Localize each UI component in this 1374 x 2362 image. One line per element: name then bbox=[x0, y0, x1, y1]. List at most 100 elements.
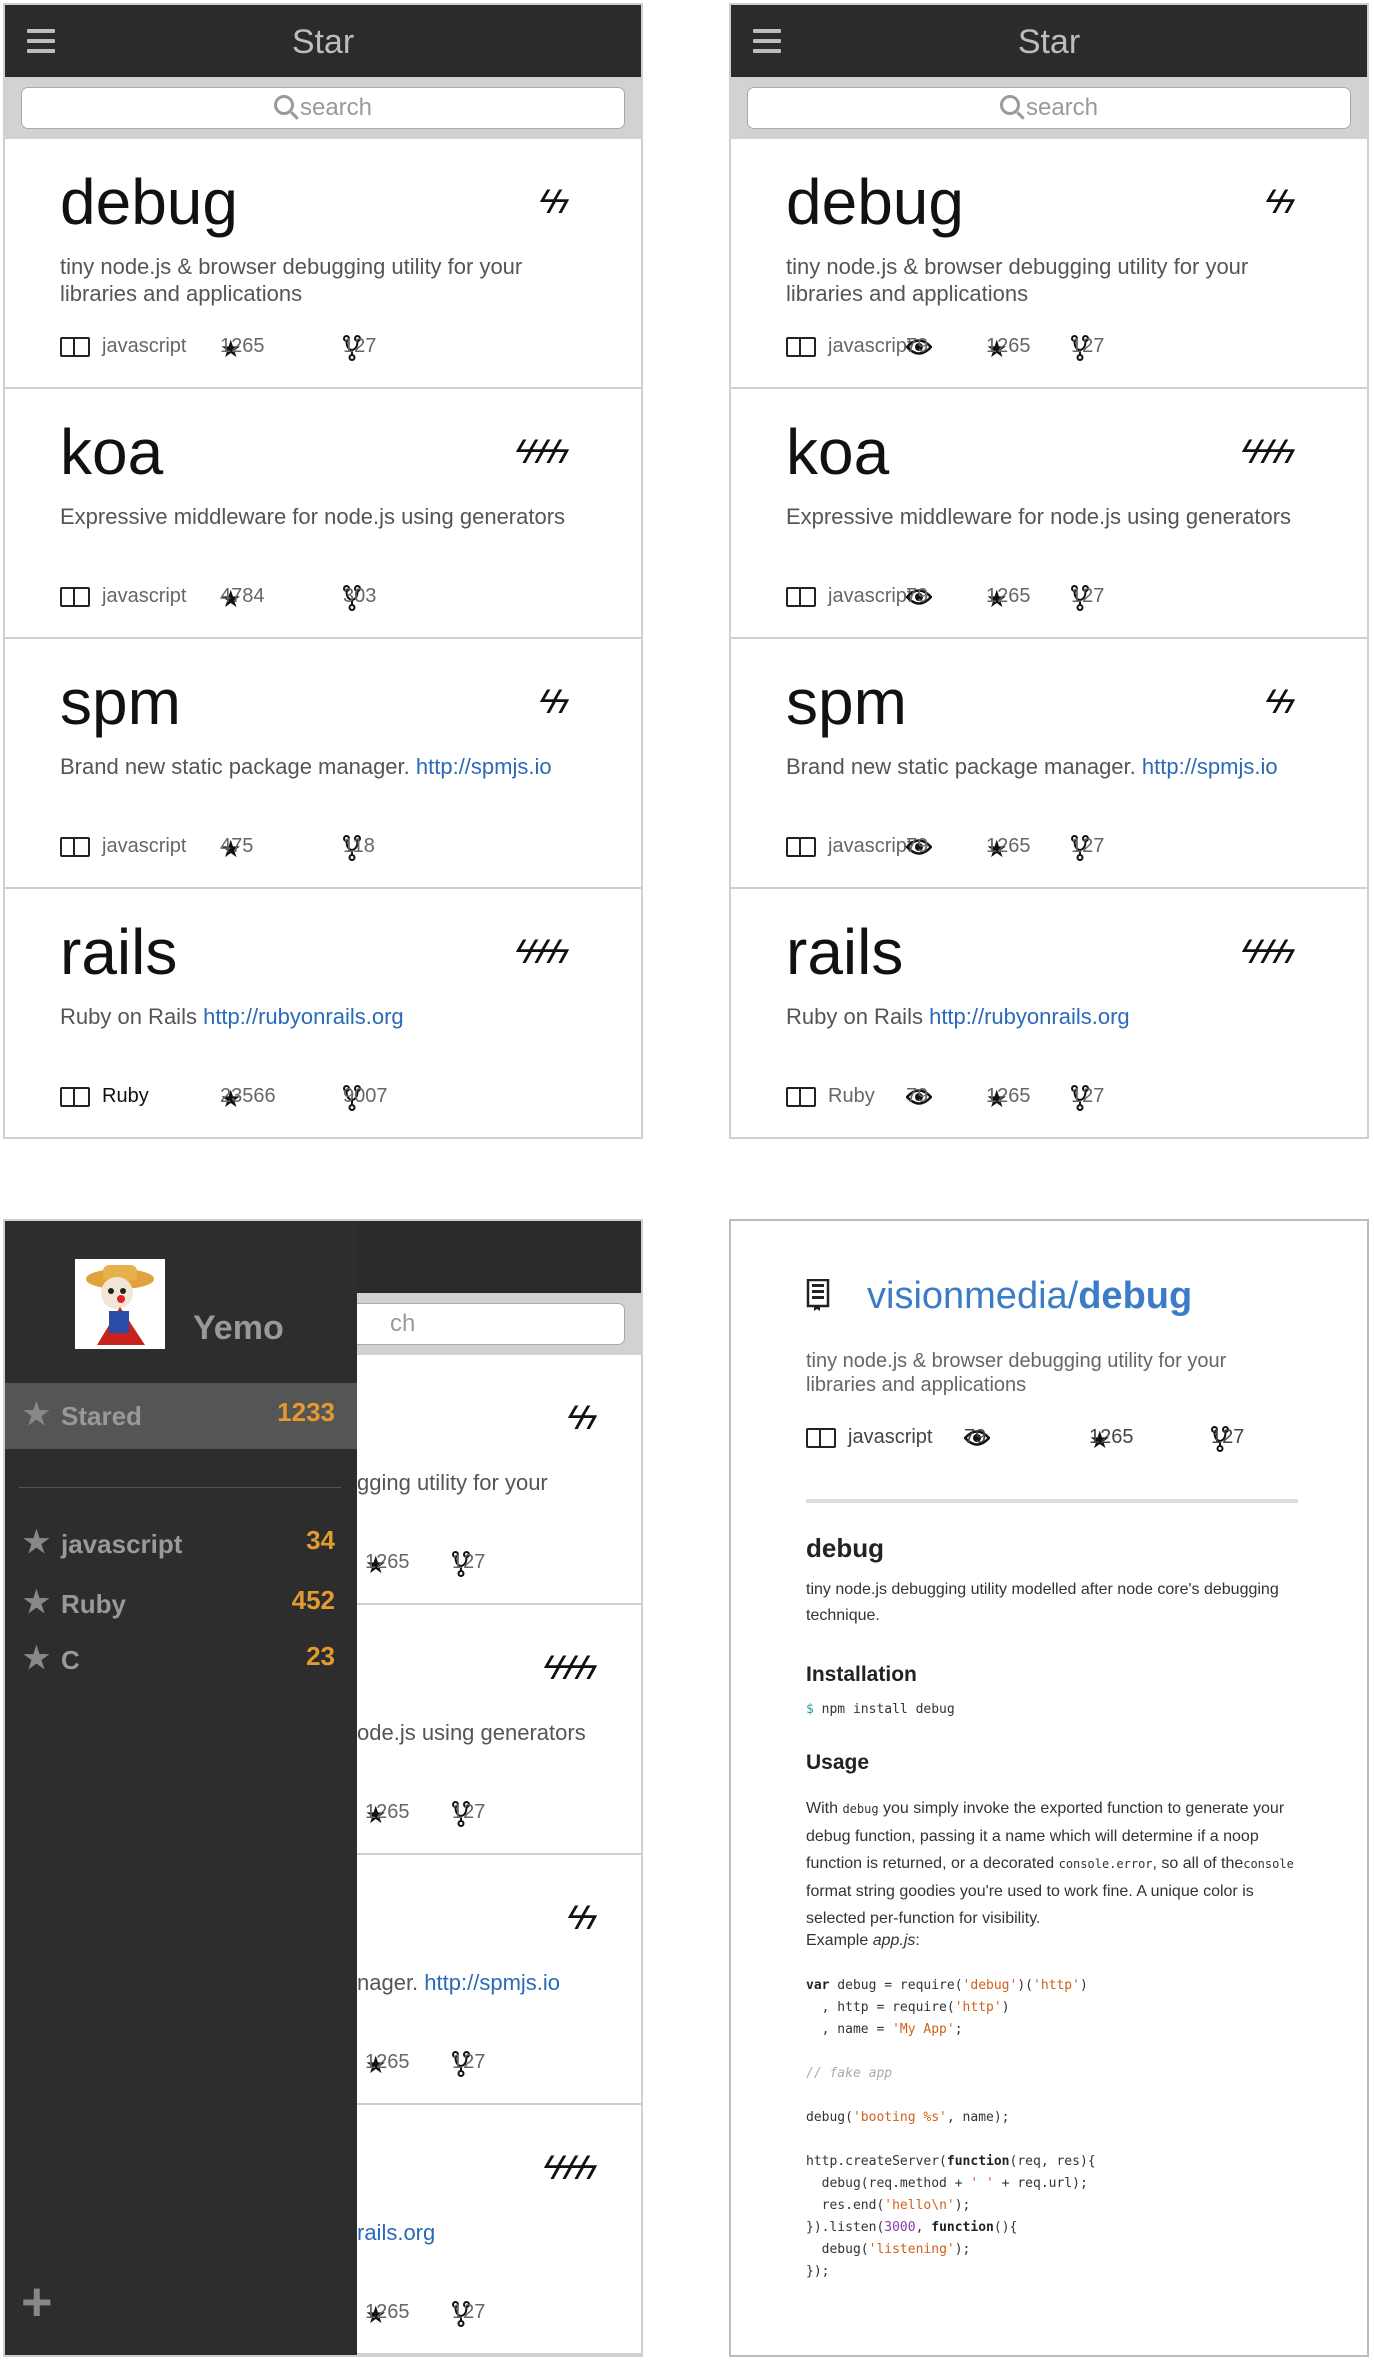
repo-link[interactable]: http://rubyonrails.org bbox=[929, 1004, 1130, 1029]
description-text: Expressive middleware for node.js using … bbox=[60, 504, 566, 529]
description-text: tiny node.js & browser debugging utility… bbox=[786, 254, 1249, 306]
forks-count: 127 bbox=[343, 335, 377, 357]
stars-count: 1265 bbox=[986, 1085, 1031, 1107]
usage-text: , so all of the bbox=[1152, 1855, 1244, 1872]
repo-card[interactable]: spm ϟϟ Brand new static package manager. h… bbox=[5, 639, 641, 889]
language-label: javascript bbox=[828, 585, 913, 607]
description-text: Brand new static package manager. bbox=[786, 754, 1136, 779]
repo-name[interactable]: koa bbox=[786, 415, 889, 489]
example-colon: : bbox=[915, 1932, 920, 1949]
list-behind-sidebar: Star ch ϟϟgging utility for your★1265127… bbox=[5, 1221, 641, 2355]
language-label: javascript bbox=[828, 335, 913, 357]
usage-paragraph: With debug you simply invoke the exporte… bbox=[806, 1795, 1306, 1932]
book-icon bbox=[786, 586, 816, 607]
sidebar-item-stared[interactable]: ★ Stared 1233 bbox=[5, 1383, 357, 1449]
repo-description: gging utility for your bbox=[357, 1469, 641, 1496]
forks-count: 127 bbox=[1071, 1085, 1105, 1107]
language-label: Ruby bbox=[828, 1085, 875, 1107]
repo-card[interactable]: debug ϟϟ tiny node.js & browser debugging … bbox=[5, 139, 641, 389]
repo-full-name[interactable]: visionmedia/debug bbox=[867, 1275, 1192, 1318]
repo-card[interactable]: ϟϟ nager. http://spmjs.io ★ 1265 127 bbox=[357, 1855, 641, 2105]
rating-bolts-icon: ϟϟ bbox=[567, 1899, 597, 1937]
repo-card[interactable]: ϟϟ gging utility for your ★ 1265 127 bbox=[357, 1355, 641, 1605]
repo-card[interactable]: ϟϟϟϟ ode.js using generators ★ 1265 127 bbox=[357, 1605, 641, 1855]
repo-link[interactable]: http://spmjs.io bbox=[1142, 754, 1278, 779]
install-prompt: $ bbox=[806, 1702, 814, 1717]
rating-bolts-icon: ϟϟ bbox=[539, 683, 569, 721]
sidebar-item-label: Ruby bbox=[61, 1589, 126, 1619]
stars-count: 23566 bbox=[220, 1085, 276, 1107]
top-bar: Star bbox=[5, 5, 641, 77]
book-icon bbox=[786, 836, 816, 857]
stars-count: 1265 bbox=[986, 585, 1031, 607]
repo-link[interactable]: http://spmjs.io bbox=[424, 1970, 560, 1995]
search-input[interactable]: search bbox=[21, 87, 625, 129]
watchers-count: 79 bbox=[906, 835, 929, 857]
rating-bolts-icon: ϟϟ bbox=[567, 1399, 597, 1437]
book-icon bbox=[60, 1086, 90, 1107]
screen-sidebar: Star ch ϟϟgging utility for your★1265127… bbox=[3, 1219, 643, 2357]
repo-card[interactable]: debug ϟϟ tiny node.js & browser debugging … bbox=[731, 139, 1367, 389]
stars-count: 4784 bbox=[220, 585, 265, 607]
forks-count: 127 bbox=[1071, 835, 1105, 857]
language-label: javascript bbox=[102, 335, 187, 357]
forks-count: 127 bbox=[452, 2051, 486, 2073]
rating-bolts-icon: ϟϟ bbox=[1265, 183, 1295, 221]
repo-name[interactable]: rails bbox=[60, 915, 177, 989]
language-label: javascript bbox=[102, 835, 187, 857]
stars-count: 475 bbox=[220, 835, 254, 857]
repo-link[interactable]: http://spmjs.io bbox=[416, 754, 552, 779]
repo-link[interactable]: rails.org bbox=[357, 2220, 435, 2245]
repo-description: Expressive middleware for node.js using … bbox=[60, 503, 580, 530]
repo-card[interactable]: rails ϟϟϟϟ Ruby on Rails http://rubyonrail… bbox=[731, 889, 1367, 1137]
description-text: nager. bbox=[357, 1970, 419, 1995]
repo-meta: ★ 1265 127 bbox=[357, 1551, 621, 1581]
repo-name[interactable]: debug bbox=[1078, 1275, 1192, 1317]
inline-code: console.error bbox=[1058, 1857, 1153, 1871]
rating-bolts-icon: ϟϟϟϟ bbox=[543, 1649, 597, 1687]
search-input[interactable]: search bbox=[747, 87, 1351, 129]
repo-name[interactable]: debug bbox=[60, 165, 238, 239]
stars-count: 1265 bbox=[365, 1801, 410, 1823]
search-placeholder: search bbox=[1025, 94, 1099, 121]
repo-meta: Ruby ★ 23566 9007 bbox=[60, 1085, 621, 1115]
language-label: javascript bbox=[828, 835, 913, 857]
description-text: gging utility for your bbox=[357, 1470, 548, 1495]
repo-link[interactable]: http://rubyonrails.org bbox=[203, 1004, 404, 1029]
rating-bolts-icon: ϟϟϟϟ bbox=[543, 2149, 597, 2187]
search-icon bbox=[999, 95, 1020, 115]
repo-description: tiny node.js & browser debugging utility… bbox=[60, 253, 580, 307]
top-bar: Star bbox=[731, 5, 1367, 77]
repo-card[interactable]: spm ϟϟ Brand new static package manager. h… bbox=[731, 639, 1367, 889]
repo-card[interactable]: rails ϟϟϟϟ Ruby on Rails http://rubyonrail… bbox=[5, 889, 641, 1137]
watchers-count: 79 bbox=[906, 335, 929, 357]
repo-meta: javascript 79 ★ 1265 127 bbox=[786, 585, 1347, 615]
avatar[interactable] bbox=[75, 1259, 165, 1349]
repo-description: tiny node.js & browser debugging utility… bbox=[806, 1350, 1227, 1396]
repo-name[interactable]: rails bbox=[786, 915, 903, 989]
description-text: ode.js using generators bbox=[357, 1720, 586, 1745]
repo-name[interactable]: koa bbox=[60, 415, 163, 489]
forks-count: 127 bbox=[1071, 335, 1105, 357]
usage-text: format string goodies you're used to wor… bbox=[806, 1883, 1254, 1927]
sidebar-item-javascript[interactable]: ★ javascript 34 bbox=[5, 1511, 357, 1577]
book-icon bbox=[60, 586, 90, 607]
repo-owner[interactable]: visionmedia bbox=[867, 1275, 1068, 1317]
repo-card[interactable]: koa ϟϟϟϟ Expressive middleware for node.js… bbox=[5, 389, 641, 639]
watchers-count: 79 bbox=[964, 1426, 987, 1448]
repo-list: debug ϟϟ tiny node.js & browser debugging … bbox=[5, 139, 641, 1137]
sidebar-item-c[interactable]: ★ C 23 bbox=[5, 1627, 357, 1693]
add-icon[interactable]: + bbox=[21, 2271, 53, 2333]
repo-name[interactable]: spm bbox=[60, 665, 181, 739]
repo-card[interactable]: ϟϟϟϟ rails.org ★ 1265 127 bbox=[357, 2105, 641, 2355]
stars-count: 1265 bbox=[986, 835, 1031, 857]
language-label: Ruby bbox=[102, 1085, 149, 1107]
repo-name[interactable]: debug bbox=[786, 165, 964, 239]
repo-meta: javascript 79 ★ 1265 127 bbox=[806, 1426, 1326, 1456]
repo-name[interactable]: spm bbox=[786, 665, 907, 739]
star-icon: ★ bbox=[23, 1586, 50, 1619]
repo-card[interactable]: koa ϟϟϟϟ Expressive middleware for node.js… bbox=[731, 389, 1367, 639]
description-text: Expressive middleware for node.js using … bbox=[786, 504, 1292, 529]
sidebar-item-count: 1233 bbox=[277, 1397, 335, 1427]
search-icon bbox=[273, 95, 294, 115]
